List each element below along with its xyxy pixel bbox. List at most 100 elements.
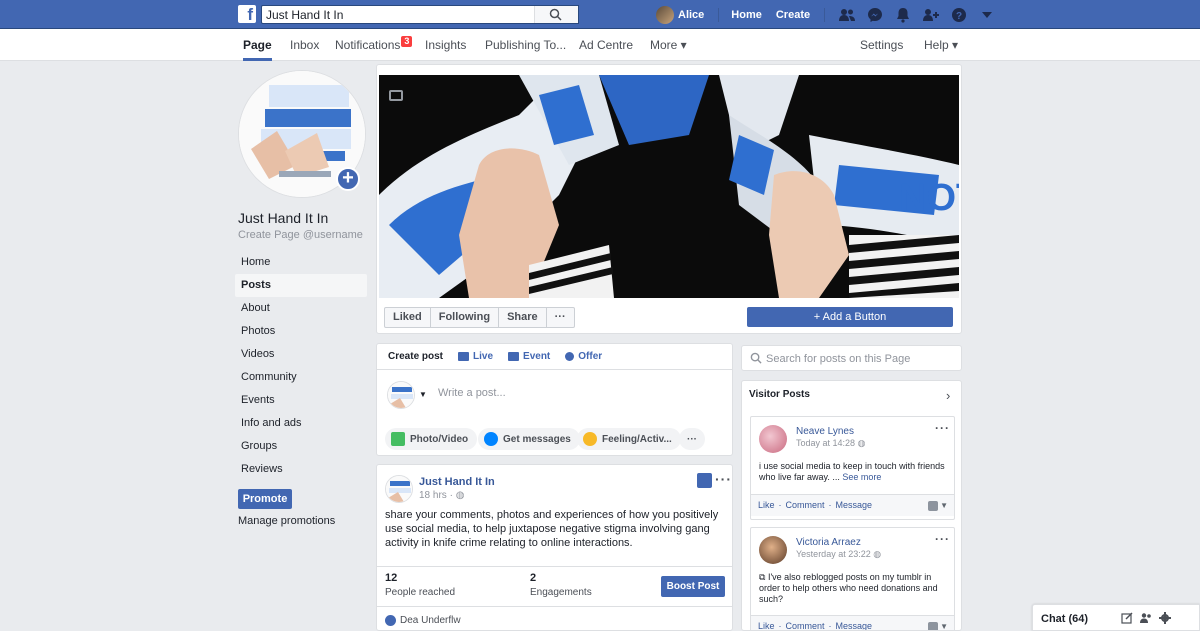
post-author-avatar[interactable] xyxy=(385,475,413,503)
see-more-link[interactable]: See more xyxy=(842,472,881,482)
sidebar-item-info-and-ads[interactable]: Info and ads xyxy=(235,412,367,435)
facebook-logo-icon[interactable]: f xyxy=(238,5,256,23)
like-link[interactable]: Like xyxy=(758,500,775,510)
sidebar-item-posts[interactable]: Posts xyxy=(235,274,367,297)
tab-more[interactable]: More ▾ xyxy=(650,29,687,61)
visitor-post-time[interactable]: Today at 14:28 ◍ xyxy=(796,438,865,449)
tab-create-post[interactable]: Create post xyxy=(388,351,443,362)
visitor-name[interactable]: Neave Lynes xyxy=(796,426,854,437)
tab-notifications[interactable]: Notifications 3 xyxy=(335,29,413,61)
tab-ad-centre[interactable]: Ad Centre xyxy=(579,29,633,61)
user-name-link[interactable]: Alice xyxy=(678,9,704,21)
boost-post-button[interactable]: Boost Post xyxy=(661,576,725,597)
visitor-post-text-body: I've also reblogged posts on my tumblr i… xyxy=(759,572,938,604)
search-input[interactable]: Just Hand It In xyxy=(261,5,579,24)
sidebar-item-community[interactable]: Community xyxy=(235,366,367,389)
page-identity-icon[interactable] xyxy=(928,501,938,511)
post-timestamp[interactable]: 18 hrs · ◍ xyxy=(419,490,464,501)
post-likes[interactable]: Dea Underflw xyxy=(385,615,461,626)
manage-promotions-link[interactable]: Manage promotions xyxy=(238,515,335,527)
get-messages-button[interactable]: Get messages xyxy=(478,428,580,450)
following-button[interactable]: Following xyxy=(431,308,500,327)
visitor-posts-title[interactable]: Visitor Posts xyxy=(749,389,810,400)
comment-link[interactable]: Comment xyxy=(786,621,825,630)
friends-icon[interactable] xyxy=(837,5,857,25)
camera-icon[interactable] xyxy=(389,90,403,101)
caret-down-icon[interactable]: ▼ xyxy=(940,495,948,516)
notifications-count-badge: 3 xyxy=(401,36,413,47)
offer-icon xyxy=(565,352,575,361)
promote-button[interactable]: Promote xyxy=(238,489,292,509)
sidebar-item-events[interactable]: Events xyxy=(235,389,367,412)
visitor-post-options-icon[interactable]: ··· xyxy=(935,421,950,435)
create-username-link[interactable]: Create Page @username xyxy=(238,229,363,241)
pin-icon[interactable] xyxy=(697,473,712,488)
engagements-count: 2 xyxy=(530,572,537,584)
visitor-post-time-label: Today at 14:28 xyxy=(796,438,856,448)
messenger-icon[interactable] xyxy=(865,5,885,25)
tab-live[interactable]: Live xyxy=(458,351,493,362)
like-link[interactable]: Like xyxy=(758,621,775,630)
tab-offer[interactable]: Offer xyxy=(565,351,602,362)
user-avatar[interactable] xyxy=(656,5,674,24)
search-icon xyxy=(750,352,762,364)
add-profile-photo-button[interactable]: + xyxy=(336,167,360,191)
gear-icon[interactable] xyxy=(1159,612,1171,624)
post-author-name[interactable]: Just Hand It In xyxy=(419,476,495,488)
write-post-input[interactable]: Write a post... xyxy=(438,387,506,399)
audience-caret-icon[interactable]: ▼ xyxy=(419,390,427,399)
tab-settings[interactable]: Settings xyxy=(860,29,903,61)
page-avatar[interactable] xyxy=(387,381,415,409)
photo-video-button[interactable]: Photo/Video xyxy=(385,428,478,450)
page-posts-search-input[interactable]: Search for posts on this Page xyxy=(741,345,962,371)
create-link[interactable]: Create xyxy=(776,9,810,21)
visitor-avatar[interactable] xyxy=(759,536,787,564)
chevron-right-icon[interactable]: › xyxy=(946,388,950,403)
page-friends-icon[interactable] xyxy=(921,5,941,25)
liked-button[interactable]: Liked xyxy=(385,308,431,327)
caret-down-icon[interactable] xyxy=(977,5,997,25)
feeling-activity-button[interactable]: Feeling/Activ... xyxy=(577,428,681,450)
chat-bar[interactable]: Chat (64) xyxy=(1032,604,1200,631)
create-group-icon[interactable] xyxy=(1140,612,1152,624)
caret-down-icon[interactable]: ▼ xyxy=(940,616,948,630)
visitor-post-time[interactable]: Yesterday at 23:22 ◍ xyxy=(796,549,881,560)
visitor-post-options-icon[interactable]: ··· xyxy=(935,532,950,546)
new-message-icon[interactable] xyxy=(1121,612,1133,624)
video-camera-icon xyxy=(458,352,470,361)
tab-publishing-tools[interactable]: Publishing To... xyxy=(485,29,566,61)
more-options-button[interactable]: ··· xyxy=(547,308,574,327)
search-button[interactable] xyxy=(534,6,578,23)
get-messages-label: Get messages xyxy=(503,433,571,445)
comment-link[interactable]: Comment xyxy=(786,500,825,510)
message-link[interactable]: Message xyxy=(836,500,873,510)
help-icon[interactable]: ? xyxy=(949,5,969,25)
notifications-bell-icon[interactable] xyxy=(893,5,913,25)
sidebar-item-home[interactable]: Home xyxy=(235,251,367,274)
tab-insights[interactable]: Insights xyxy=(425,29,466,61)
divider xyxy=(718,7,720,22)
visitor-avatar[interactable] xyxy=(759,425,787,453)
cover-photo[interactable]: NOT CR xyxy=(379,75,959,298)
tab-inbox[interactable]: Inbox xyxy=(290,29,319,61)
sidebar-item-reviews[interactable]: Reviews xyxy=(235,458,367,481)
add-a-button[interactable]: + Add a Button xyxy=(747,307,953,327)
message-link[interactable]: Message xyxy=(836,621,873,630)
sidebar-item-about[interactable]: About xyxy=(235,297,367,320)
visitor-name[interactable]: Victoria Arraez xyxy=(796,537,861,548)
tab-page[interactable]: Page xyxy=(243,29,272,61)
page-tab-bar: Page Inbox Notifications 3 Insights Publi… xyxy=(0,29,1200,61)
tab-event[interactable]: Event xyxy=(508,351,550,362)
more-post-options-button[interactable]: ··· xyxy=(679,428,705,450)
engagements-label: Engagements xyxy=(530,587,592,598)
sidebar-item-groups[interactable]: Groups xyxy=(235,435,367,458)
post-options-icon[interactable]: ··· xyxy=(715,471,732,487)
share-button[interactable]: Share xyxy=(499,308,547,327)
sidebar-item-photos[interactable]: Photos xyxy=(235,320,367,343)
cover-panel: NOT CR Liked Following Share ··· + Add a… xyxy=(376,64,962,334)
home-link[interactable]: Home xyxy=(731,9,762,21)
sidebar-item-videos[interactable]: Videos xyxy=(235,343,367,366)
page-identity-icon[interactable] xyxy=(928,622,938,630)
tab-help[interactable]: Help ▾ xyxy=(924,29,958,61)
search-input-value[interactable]: Just Hand It In xyxy=(266,8,343,22)
